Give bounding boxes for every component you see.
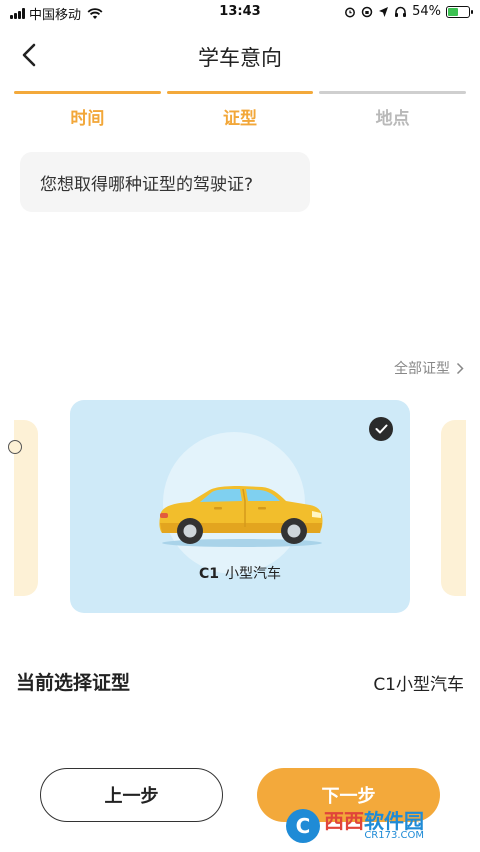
step-tab-time[interactable]: 时间 <box>14 91 161 129</box>
watermark-sub: CR173.COM <box>364 830 424 841</box>
current-selection-label: 当前选择证型 <box>16 672 131 694</box>
location-icon <box>379 6 389 17</box>
step-bar <box>14 91 161 94</box>
step-label: 证型 <box>223 109 257 129</box>
all-license-types-label: 全部证型 <box>394 361 450 377</box>
orientation-lock-icon <box>361 6 373 17</box>
watermark-brand: 西西软件园 <box>324 811 424 831</box>
watermark-brand-first: 西西 <box>324 809 364 833</box>
step-bar <box>319 91 467 94</box>
watermark-logo-icon: C <box>286 809 320 843</box>
previous-step-button[interactable]: 上一步 <box>40 768 223 822</box>
alarm-icon <box>345 7 356 17</box>
watermark: C 西西软件园 CR173.COM <box>286 806 470 846</box>
car-icon <box>159 486 323 547</box>
previous-step-label: 上一步 <box>104 786 159 807</box>
license-card-selected[interactable]: C1 小型汽车 <box>70 400 410 613</box>
step-bar <box>166 91 314 94</box>
checkmark-icon <box>369 417 393 441</box>
license-code: C1 <box>198 566 219 582</box>
page-title: 学车意向 <box>198 46 282 70</box>
question-bubble: 您想取得哪种证型的驾驶证? <box>20 152 310 212</box>
license-name: 小型汽车 <box>225 566 281 582</box>
question-text: 您想取得哪种证型的驾驶证? <box>40 174 254 195</box>
license-type-label: C1 小型汽车 <box>70 563 410 583</box>
status-right: 54% <box>344 4 473 19</box>
status-bar: 中国移动 13:43 54% <box>0 0 480 24</box>
battery-icon <box>446 5 473 18</box>
step-label: 时间 <box>70 109 105 129</box>
current-selection-value: C1小型汽车 <box>373 675 464 695</box>
step-tabs: 时间 证型 地点 <box>14 91 467 129</box>
step-label: 地点 <box>375 109 410 129</box>
watermark-text: 西西软件园 CR173.COM <box>324 811 424 841</box>
chevron-right-icon <box>456 362 464 374</box>
carousel-card-next[interactable] <box>441 420 466 596</box>
battery-fill <box>448 7 459 16</box>
unselected-radio-icon <box>8 440 22 454</box>
all-license-types-link[interactable]: 全部证型 <box>394 358 464 378</box>
headphones-icon <box>395 6 407 17</box>
next-step-label: 下一步 <box>321 786 376 807</box>
step-tab-license-type[interactable]: 证型 <box>166 91 314 129</box>
step-tab-location[interactable]: 地点 <box>319 91 467 129</box>
battery-percent: 54% <box>412 4 441 19</box>
